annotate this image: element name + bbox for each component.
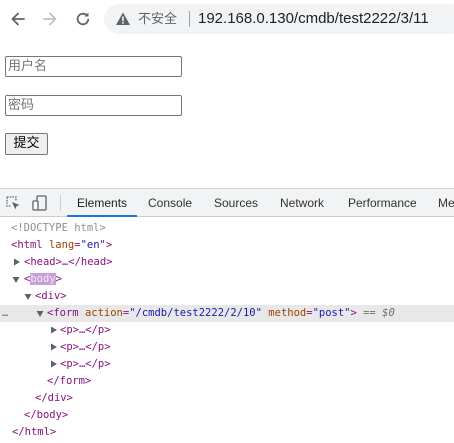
- security-status[interactable]: 不安全: [138, 11, 177, 27]
- dom-node-p[interactable]: <p>…</p>: [0, 356, 454, 373]
- html-open-tag: <html lang="en">: [11, 239, 113, 251]
- devtools-tabbar: Elements Console Sources Network Perform…: [0, 189, 454, 217]
- browser-toolbar: 不安全 192.168.0.130/cmdb/test2222/3/11: [0, 0, 454, 38]
- body-close-tag: </body>: [24, 409, 69, 421]
- expand-triangle-icon[interactable]: [13, 258, 21, 266]
- reload-button[interactable]: [72, 8, 94, 30]
- dom-node-head[interactable]: <head>…</head>: [0, 254, 454, 271]
- dom-node-form-close[interactable]: </form>: [0, 373, 454, 390]
- back-button[interactable]: [7, 8, 29, 30]
- collapse-triangle-icon[interactable]: [24, 293, 32, 301]
- dom-node-html[interactable]: <html lang="en">: [0, 237, 454, 254]
- dom-node-html-close[interactable]: </html>: [0, 424, 454, 441]
- head-collapsed-tag: <head>…</head>: [24, 256, 113, 268]
- p-collapsed-tag: <p>…</p>: [60, 358, 111, 370]
- dom-node-body-close[interactable]: </body>: [0, 407, 454, 424]
- warning-icon[interactable]: [115, 11, 131, 27]
- dom-node-doctype[interactable]: <!DOCTYPE html>: [0, 220, 454, 237]
- address-divider: [189, 11, 190, 27]
- arrow-left-icon: [11, 12, 25, 26]
- address-bar[interactable]: 不安全 192.168.0.130/cmdb/test2222/3/11: [104, 4, 454, 34]
- password-input[interactable]: [5, 95, 182, 116]
- tab-sources[interactable]: Sources: [214, 189, 258, 216]
- dom-node-form[interactable]: … <form action="/cmdb/test2222/2/10" met…: [0, 305, 454, 322]
- submit-button[interactable]: 提交: [5, 133, 48, 155]
- form-action-attr: action: [84, 307, 123, 319]
- tab-console[interactable]: Console: [148, 189, 192, 216]
- device-toolbar-icon[interactable]: [31, 194, 49, 212]
- tab-performance[interactable]: Performance: [348, 189, 417, 216]
- dom-node-div[interactable]: <div>: [0, 288, 454, 305]
- username-input[interactable]: [5, 56, 182, 77]
- form-method-attr: method: [268, 307, 307, 319]
- reload-icon: [76, 12, 90, 26]
- more-actions-icon[interactable]: …: [2, 305, 8, 322]
- body-open-tag: <body>: [24, 273, 62, 285]
- expand-triangle-icon[interactable]: [50, 360, 58, 368]
- div-close-tag: </div>: [35, 392, 73, 404]
- tab-elements[interactable]: Elements: [66, 189, 138, 217]
- doctype-text: <!DOCTYPE html>: [11, 222, 106, 234]
- tab-network[interactable]: Network: [280, 189, 324, 216]
- html-close-tag: </html>: [12, 426, 57, 438]
- url-text[interactable]: 192.168.0.130/cmdb/test2222/3/11: [198, 9, 429, 29]
- form-action-value: "/cmdb/test2222/2/10": [129, 307, 262, 319]
- arrow-right-icon: [43, 12, 57, 26]
- dom-node-body[interactable]: <body>: [0, 271, 454, 288]
- collapse-triangle-icon[interactable]: [12, 276, 20, 284]
- html-lang-attr: lang: [48, 239, 75, 251]
- forward-button[interactable]: [39, 8, 61, 30]
- p-collapsed-tag: <p>…</p>: [60, 341, 111, 353]
- html-lang-value: "en": [80, 239, 106, 251]
- dom-node-p[interactable]: <p>…</p>: [0, 322, 454, 339]
- selected-node-marker: == $0: [363, 307, 395, 319]
- html-open-end: >: [105, 239, 113, 251]
- form-open-tag: <form action="/cmdb/test2222/2/10" metho…: [47, 307, 395, 319]
- form-method-value: "post": [312, 307, 351, 319]
- expand-triangle-icon[interactable]: [50, 326, 58, 334]
- devtools-divider: [60, 195, 61, 211]
- dom-tree: <!DOCTYPE html> <html lang="en"> <head>……: [0, 218, 454, 443]
- collapse-triangle-icon[interactable]: [36, 310, 44, 318]
- p-collapsed-tag: <p>…</p>: [60, 324, 111, 336]
- body-tag-highlight: body: [30, 273, 56, 285]
- div-open-tag: <div>: [35, 290, 67, 302]
- form-close-tag: </form>: [47, 375, 92, 387]
- tab-memory[interactable]: Me: [438, 189, 454, 216]
- dom-node-div-close[interactable]: </div>: [0, 390, 454, 407]
- html-tag-name: <html: [11, 239, 43, 251]
- dom-node-p[interactable]: <p>…</p>: [0, 339, 454, 356]
- devtools-panel: Elements Console Sources Network Perform…: [0, 188, 454, 443]
- inspect-element-icon[interactable]: [4, 194, 22, 212]
- expand-triangle-icon[interactable]: [50, 343, 58, 351]
